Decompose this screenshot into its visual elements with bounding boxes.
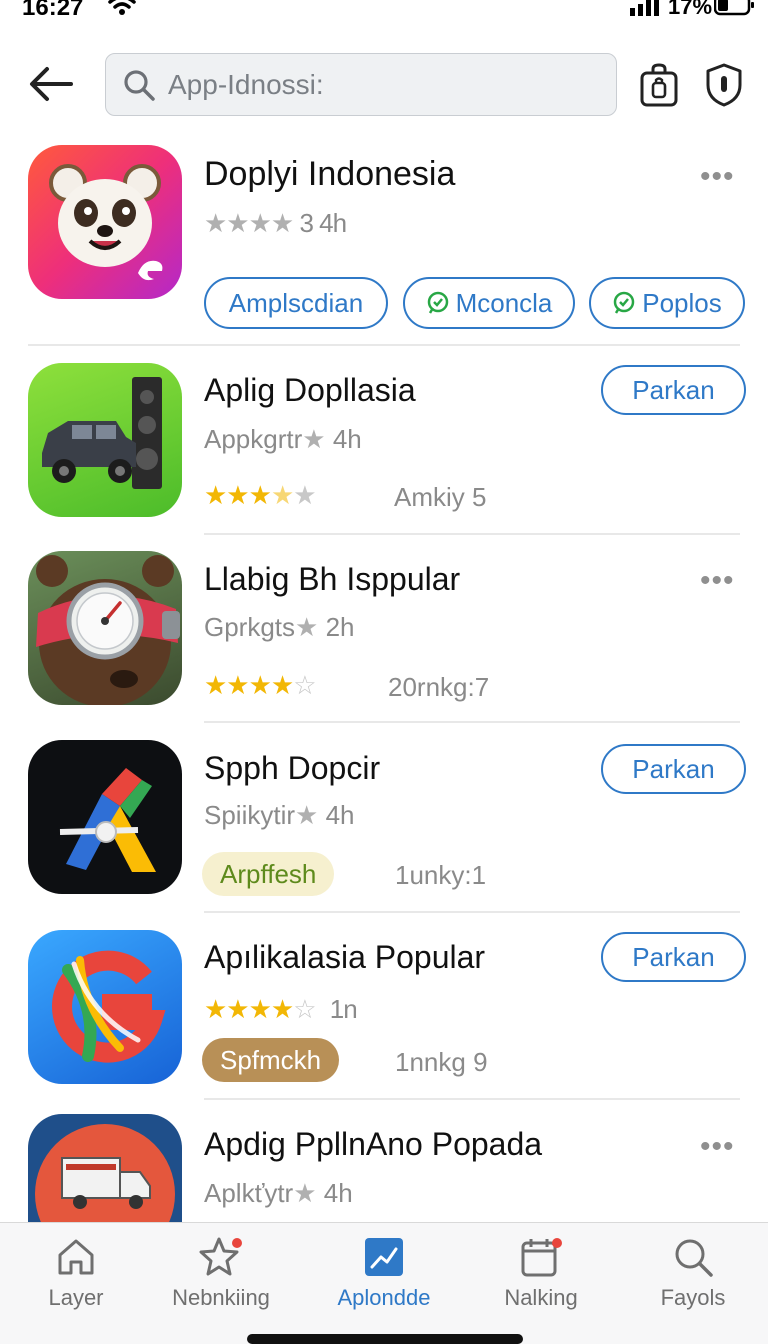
app-meta-text: Spiikytir — [204, 800, 296, 830]
app-meta: ★★★★ 3 4h — [204, 208, 347, 239]
app-meta-time: 4h — [332, 424, 362, 454]
app-meta-time: 4h — [323, 1178, 353, 1208]
parkan-button[interactable]: Parkan — [601, 744, 746, 794]
divider — [204, 1098, 740, 1100]
star-icon: ★ — [302, 424, 326, 454]
tag-label: Amplscdian — [228, 287, 364, 318]
bottom-navigation: Layer Nebnkiing Aplondde Nalking Fayols — [0, 1222, 768, 1344]
divider — [204, 911, 740, 913]
chat-bubble-icon — [614, 291, 635, 314]
ranking-text: 1nnkg 9 — [395, 1047, 488, 1077]
app-meta: Appkgrtr★ 4h — [204, 424, 362, 455]
app-meta-text: 3 4h — [299, 208, 347, 238]
tag-label: Mconcla — [455, 287, 553, 318]
more-options-button[interactable]: ••• — [700, 1132, 735, 1162]
app-title: Llabig Bh Isppular — [204, 561, 461, 597]
app-title: Apılikalasia Popular — [204, 939, 486, 975]
star-icon — [199, 1237, 242, 1276]
app-meta-time: 1n — [329, 994, 358, 1024]
panda-app-icon — [28, 145, 182, 299]
battery-icon — [714, 0, 754, 16]
rating-stars: ★★★★☆ — [204, 670, 317, 700]
home-icon — [58, 1239, 94, 1275]
ranking-text: 1unky:1 — [395, 860, 487, 890]
calendar-icon — [521, 1238, 562, 1277]
status-time: 16:27 — [22, 0, 84, 21]
nav-item-nalking[interactable]: Nalking — [476, 1235, 606, 1331]
app-meta-time: 2h — [325, 612, 355, 642]
truck-app-icon — [28, 363, 182, 517]
nav-label: Fayols — [660, 1285, 726, 1310]
search-input[interactable] — [168, 68, 588, 101]
divider — [204, 721, 740, 723]
wifi-icon — [108, 0, 136, 15]
app-meta-time: 4h — [325, 800, 355, 830]
divider — [28, 344, 740, 346]
tag-button[interactable]: Mconcla — [403, 277, 575, 329]
trending-icon — [365, 1238, 403, 1276]
ads-app-icon — [28, 740, 182, 894]
ranking-text: 20rnkg:7 — [388, 672, 490, 702]
rating-stars: ★★★★★ — [204, 480, 317, 510]
tag-button[interactable]: Poplos — [589, 277, 745, 329]
lock-button[interactable] — [636, 60, 682, 110]
nav-label: Nalking — [504, 1285, 578, 1310]
nav-item-aplondde[interactable]: Aplondde — [319, 1235, 449, 1331]
bear-gauge-app-icon — [28, 551, 182, 705]
shield-button[interactable] — [701, 60, 747, 110]
tag-button[interactable]: Amplscdian — [204, 277, 388, 329]
g-logo-app-icon — [28, 930, 182, 1084]
nav-item-layer[interactable]: Layer — [11, 1235, 141, 1331]
app-meta-text: Appkgrtr — [204, 424, 303, 454]
shield-icon — [706, 63, 742, 107]
lock-bag-icon — [640, 63, 678, 107]
search-icon — [124, 69, 155, 101]
nav-item-fayols[interactable]: Fayols — [628, 1235, 758, 1331]
divider — [204, 533, 740, 535]
chat-bubble-icon — [427, 291, 448, 314]
rating-stars: ★★★★☆ 1n — [204, 994, 358, 1024]
more-options-button[interactable]: ••• — [700, 566, 735, 596]
parkan-button[interactable]: Parkan — [601, 365, 746, 415]
more-options-button[interactable]: ••• — [700, 162, 735, 192]
app-meta: Spiikytir★ 4h — [204, 800, 354, 831]
delivery-truck-app-icon — [28, 1114, 182, 1222]
status-bar: 16:27 17% — [0, 0, 768, 24]
nav-item-nebnkiing[interactable]: Nebnkiing — [156, 1235, 286, 1331]
home-indicator — [247, 1334, 523, 1344]
nav-label: Layer — [48, 1285, 104, 1310]
app-title: Doplyi Indonesia — [204, 155, 456, 193]
tag-label: Poplos — [642, 287, 722, 318]
rating-stars-gray: ★★★★ — [204, 208, 294, 238]
app-title: Apdig PpllnAno Popada — [204, 1126, 543, 1162]
app-meta: Gprkgts★ 2h — [204, 612, 355, 643]
app-meta-text: Aplkťytr — [204, 1178, 294, 1208]
battery-percent: 17% — [668, 0, 713, 19]
arrow-left-icon — [30, 67, 73, 101]
status-badge: Arpffesh — [202, 852, 335, 896]
search-icon — [675, 1239, 713, 1277]
star-icon: ★ — [293, 1178, 317, 1208]
app-meta-text: Gprkgts — [204, 612, 296, 642]
nav-label: Nebnkiing — [172, 1285, 270, 1310]
signal-icon — [630, 0, 659, 16]
parkan-button[interactable]: Parkan — [601, 932, 746, 982]
back-button[interactable] — [24, 58, 76, 110]
star-icon: ★ — [295, 612, 319, 642]
app-title: Aplig Dopllasia — [204, 372, 416, 408]
app-title: Spph Dopcir — [204, 750, 381, 786]
nav-label: Aplondde — [337, 1285, 431, 1310]
app-meta: Aplkťytr★ 4h — [204, 1178, 353, 1209]
search-bar[interactable] — [105, 53, 617, 116]
star-icon: ★ — [295, 800, 319, 830]
status-badge: Spfmckh — [202, 1038, 340, 1082]
ranking-text: Amkiy 5 — [394, 482, 487, 512]
